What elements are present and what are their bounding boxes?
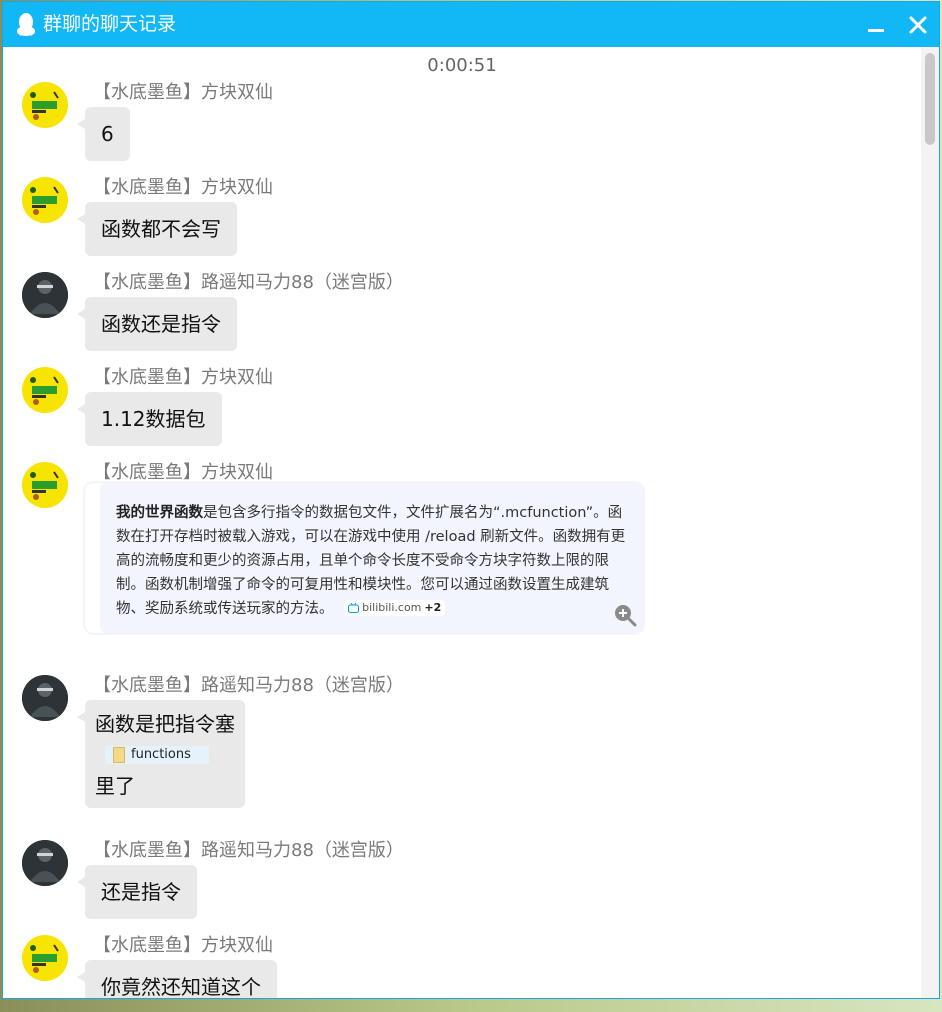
chat-history-window: 群聊的聊天记录 0:00:51 【水底墨鱼】方块双仙 6 【水底墨鱼】方块双仙 … (2, 1, 940, 999)
avatar-image (22, 272, 68, 318)
avatar[interactable] (22, 82, 68, 128)
message-text: 函数是把指令塞 (95, 712, 235, 736)
close-icon (909, 16, 927, 34)
message-text: 函数都不会写 (101, 217, 221, 241)
avatar-image (22, 675, 68, 721)
card-content: 我的世界函数是包含多行指令的数据包文件，文件扩展名为“.mcfunction”。… (100, 483, 643, 633)
avatar-image (30, 91, 59, 120)
avatar[interactable] (22, 177, 68, 223)
timestamp: 0:00:51 (427, 55, 497, 76)
sender-name: 【水底墨鱼】路遥知马力88（迷宫版） (93, 272, 404, 293)
shared-image-card[interactable]: 我的世界函数是包含多行指令的数据包文件，文件扩展名为“.mcfunction”。… (85, 483, 643, 633)
minimize-icon (868, 29, 884, 32)
penguin-icon (17, 13, 35, 36)
message-bubble[interactable]: 6 (77, 107, 130, 161)
scrollbar[interactable] (921, 47, 939, 998)
message-text: 1.12数据包 (101, 407, 206, 431)
sender-name: 【水底墨鱼】方块双仙 (93, 82, 273, 103)
message-list[interactable]: 0:00:51 【水底墨鱼】方块双仙 6 【水底墨鱼】方块双仙 函数都不会写 【… (3, 47, 939, 998)
close-button[interactable] (903, 10, 933, 40)
sender-name: 【水底墨鱼】方块双仙 (93, 367, 273, 388)
message-text: 还是指令 (101, 880, 181, 904)
sender-name: 【水底墨鱼】方块双仙 (93, 177, 273, 198)
avatar[interactable] (22, 367, 68, 413)
sender-name: 【水底墨鱼】路遥知马力88（迷宫版） (93, 675, 404, 696)
source-more: +2 (424, 601, 442, 614)
message-text: 里了 (95, 774, 135, 798)
message-bubble[interactable]: 函数都不会写 (77, 202, 237, 256)
avatar[interactable] (22, 675, 68, 721)
avatar[interactable] (22, 840, 68, 886)
message-text: 6 (101, 122, 114, 146)
card-bold-term: 我的世界函数 (116, 505, 203, 521)
message-text: 函数还是指令 (101, 312, 221, 336)
scroll-thumb[interactable] (925, 53, 935, 145)
file-name: functions (131, 747, 191, 762)
sender-name: 【水底墨鱼】路遥知马力88（迷宫版） (93, 840, 404, 861)
avatar-image (22, 840, 68, 886)
avatar-image (30, 471, 59, 500)
avatar-image (30, 944, 59, 973)
minimize-button[interactable] (861, 10, 891, 40)
bilibili-icon (348, 603, 360, 613)
avatar[interactable] (22, 935, 68, 981)
folder-icon (113, 747, 125, 763)
avatar[interactable] (22, 462, 68, 508)
message-bubble[interactable]: 你竟然还知道这个 (77, 960, 277, 998)
source-text: bilibili.com (362, 601, 422, 614)
avatar-image (30, 376, 59, 405)
message-bubble[interactable]: 函数是把指令塞 functions 里了 (77, 700, 245, 808)
file-attachment[interactable]: functions (105, 746, 209, 764)
source-badge: bilibili.com +2 (344, 600, 446, 616)
avatar[interactable] (22, 272, 68, 318)
message-bubble[interactable]: 还是指令 (77, 865, 197, 919)
message-bubble[interactable]: 1.12数据包 (77, 392, 222, 446)
message-text: 你竟然还知道这个 (101, 975, 261, 998)
title-bar[interactable]: 群聊的聊天记录 (3, 2, 939, 47)
zoom-in-icon[interactable] (613, 603, 637, 627)
sender-name: 【水底墨鱼】方块双仙 (93, 935, 273, 956)
avatar-image (30, 186, 59, 215)
window-title: 群聊的聊天记录 (43, 13, 177, 35)
sender-name: 【水底墨鱼】方块双仙 (93, 462, 273, 483)
message-bubble[interactable]: 函数还是指令 (77, 297, 237, 351)
